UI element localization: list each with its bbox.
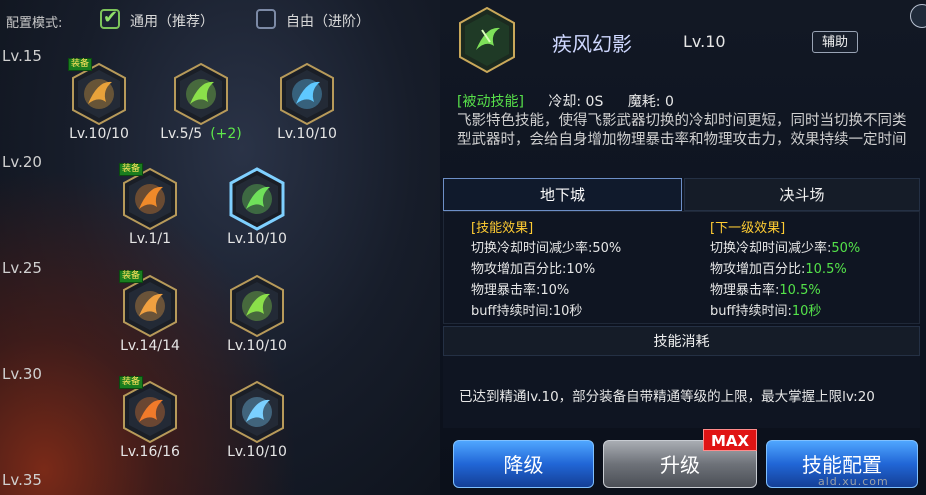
skill-level-value: Lv.5/5 — [160, 126, 203, 142]
tab-dungeon[interactable]: 地下城 — [443, 178, 682, 211]
skill-icon-button[interactable] — [70, 62, 128, 126]
equipped-badge: 装备 — [68, 58, 93, 71]
equipped-badge: 装备 — [119, 163, 144, 176]
effect-label: 切换冷却时间减少率: — [471, 241, 593, 256]
skill-icon-button[interactable] — [121, 167, 179, 231]
skill-level-text: Lv.10/10 — [227, 338, 287, 354]
skill-level-value: Lv.10/10 — [227, 338, 287, 354]
effect-row: 切换冷却时间减少率:50% — [471, 237, 621, 256]
effect-value: 50% — [592, 241, 622, 256]
skill-description: 飞影特色技能，使得飞影武器切换的冷却时间更短，同时当切换不同类型武器时，会给自身… — [457, 113, 907, 148]
next-effects-title: [下一级效果] — [710, 221, 786, 236]
mastery-info-text: 已达到精通lv.10，部分装备自带精通等级的上限，最大掌握上限lv:20 — [459, 389, 875, 405]
skill-level-text: Lv.10/10 — [227, 231, 287, 247]
skill-level-value: Lv.14/14 — [120, 338, 180, 354]
effect-row: buff持续时间:10秒 — [710, 300, 821, 319]
skill-icon-button[interactable] — [278, 62, 336, 126]
skill-icon-button[interactable] — [228, 274, 286, 338]
effect-row: 物理暴击率:10.5% — [710, 279, 821, 298]
skill-level-text: Lv.1/1 — [129, 231, 171, 247]
skill-icon-button[interactable] — [121, 380, 179, 444]
effect-label: 物攻增加百分比: — [710, 262, 806, 277]
effect-value: 10秒 — [791, 304, 822, 319]
effect-label: buff持续时间: — [471, 304, 553, 319]
general-mode-label[interactable]: 通用（推荐） — [130, 11, 214, 31]
skill-meta: [被动技能] 冷却: 0S 魔耗: 0 — [457, 91, 674, 111]
tab-arena[interactable]: 决斗场 — [684, 178, 920, 211]
effect-value: 50% — [831, 241, 861, 256]
selected-skill-icon — [456, 6, 518, 74]
level-row-label: Lv.30 — [2, 365, 42, 383]
effect-row: 物攻增加百分比:10.5% — [710, 258, 847, 277]
watermark: ald.xu.com — [818, 475, 889, 488]
effect-label: 物理暴击率: — [471, 283, 541, 298]
skill-level-value: Lv.10/10 — [277, 126, 337, 142]
current-effects-title: [技能效果] — [471, 221, 534, 236]
effect-value: 10.5% — [779, 283, 821, 298]
skill-level-text: Lv.14/14 — [120, 338, 180, 354]
level-row-label: Lv.35 — [2, 471, 42, 487]
skill-cost-header: 技能消耗 — [443, 326, 920, 356]
skill-icon-button[interactable] — [121, 274, 179, 338]
passive-type-label: [被动技能] — [457, 94, 524, 110]
cooldown-label: 冷却: 0S — [548, 94, 604, 110]
skill-level-value: Lv.10/10 — [227, 231, 287, 247]
skill-level-value: Lv.1/1 — [129, 231, 171, 247]
skill-level-text: Lv.5/5 (+2) — [160, 126, 242, 142]
level-row-label: Lv.15 — [2, 47, 42, 65]
skill-icon-button[interactable] — [228, 167, 286, 231]
equipped-badge: 装备 — [119, 376, 144, 389]
skill-level: Lv.10 — [683, 32, 726, 51]
skill-level-value: Lv.10/10 — [227, 444, 287, 460]
skill-level-text: Lv.10/10 — [69, 126, 129, 142]
skill-level-text: Lv.10/10 — [227, 444, 287, 460]
skill-level-value: Lv.10/10 — [69, 126, 129, 142]
effect-row: buff持续时间:10秒 — [471, 300, 582, 319]
effect-label: 切换冷却时间减少率: — [710, 241, 832, 256]
free-mode-label[interactable]: 自由（进阶） — [286, 11, 370, 31]
effect-row: 切换冷却时间减少率:50% — [710, 237, 860, 256]
effect-value: 10% — [540, 283, 570, 298]
equipped-badge: 装备 — [119, 270, 144, 283]
skill-level-text: Lv.10/10 — [277, 126, 337, 142]
skill-icon-button[interactable] — [228, 380, 286, 444]
effect-label: 物攻增加百分比: — [471, 262, 567, 277]
skill-type-tag: 辅助 — [812, 31, 858, 53]
skill-name: 疾风幻影 — [552, 32, 632, 56]
effect-value: 10% — [566, 262, 596, 277]
skill-icon-button[interactable] — [172, 62, 230, 126]
effect-value: 10.5% — [805, 262, 847, 277]
level-row-label: Lv.25 — [2, 259, 42, 277]
skill-level-text: Lv.16/16 — [120, 444, 180, 460]
downgrade-button[interactable]: 降级 — [453, 440, 594, 488]
effect-label: 物理暴击率: — [710, 283, 780, 298]
max-badge: MAX — [703, 429, 757, 451]
skill-bonus-level: (+2) — [210, 126, 242, 142]
free-mode-checkbox[interactable] — [256, 9, 276, 29]
config-mode-label: 配置模式: — [6, 16, 63, 31]
skill-level-value: Lv.16/16 — [120, 444, 180, 460]
effect-value: 10秒 — [552, 304, 583, 319]
effect-row: 物理暴击率:10% — [471, 279, 569, 298]
level-row-label: Lv.20 — [2, 153, 42, 171]
general-mode-checkbox[interactable] — [100, 7, 120, 29]
effect-label: buff持续时间: — [710, 304, 792, 319]
effect-row: 物攻增加百分比:10% — [471, 258, 595, 277]
mana-cost-label: 魔耗: 0 — [627, 94, 674, 110]
